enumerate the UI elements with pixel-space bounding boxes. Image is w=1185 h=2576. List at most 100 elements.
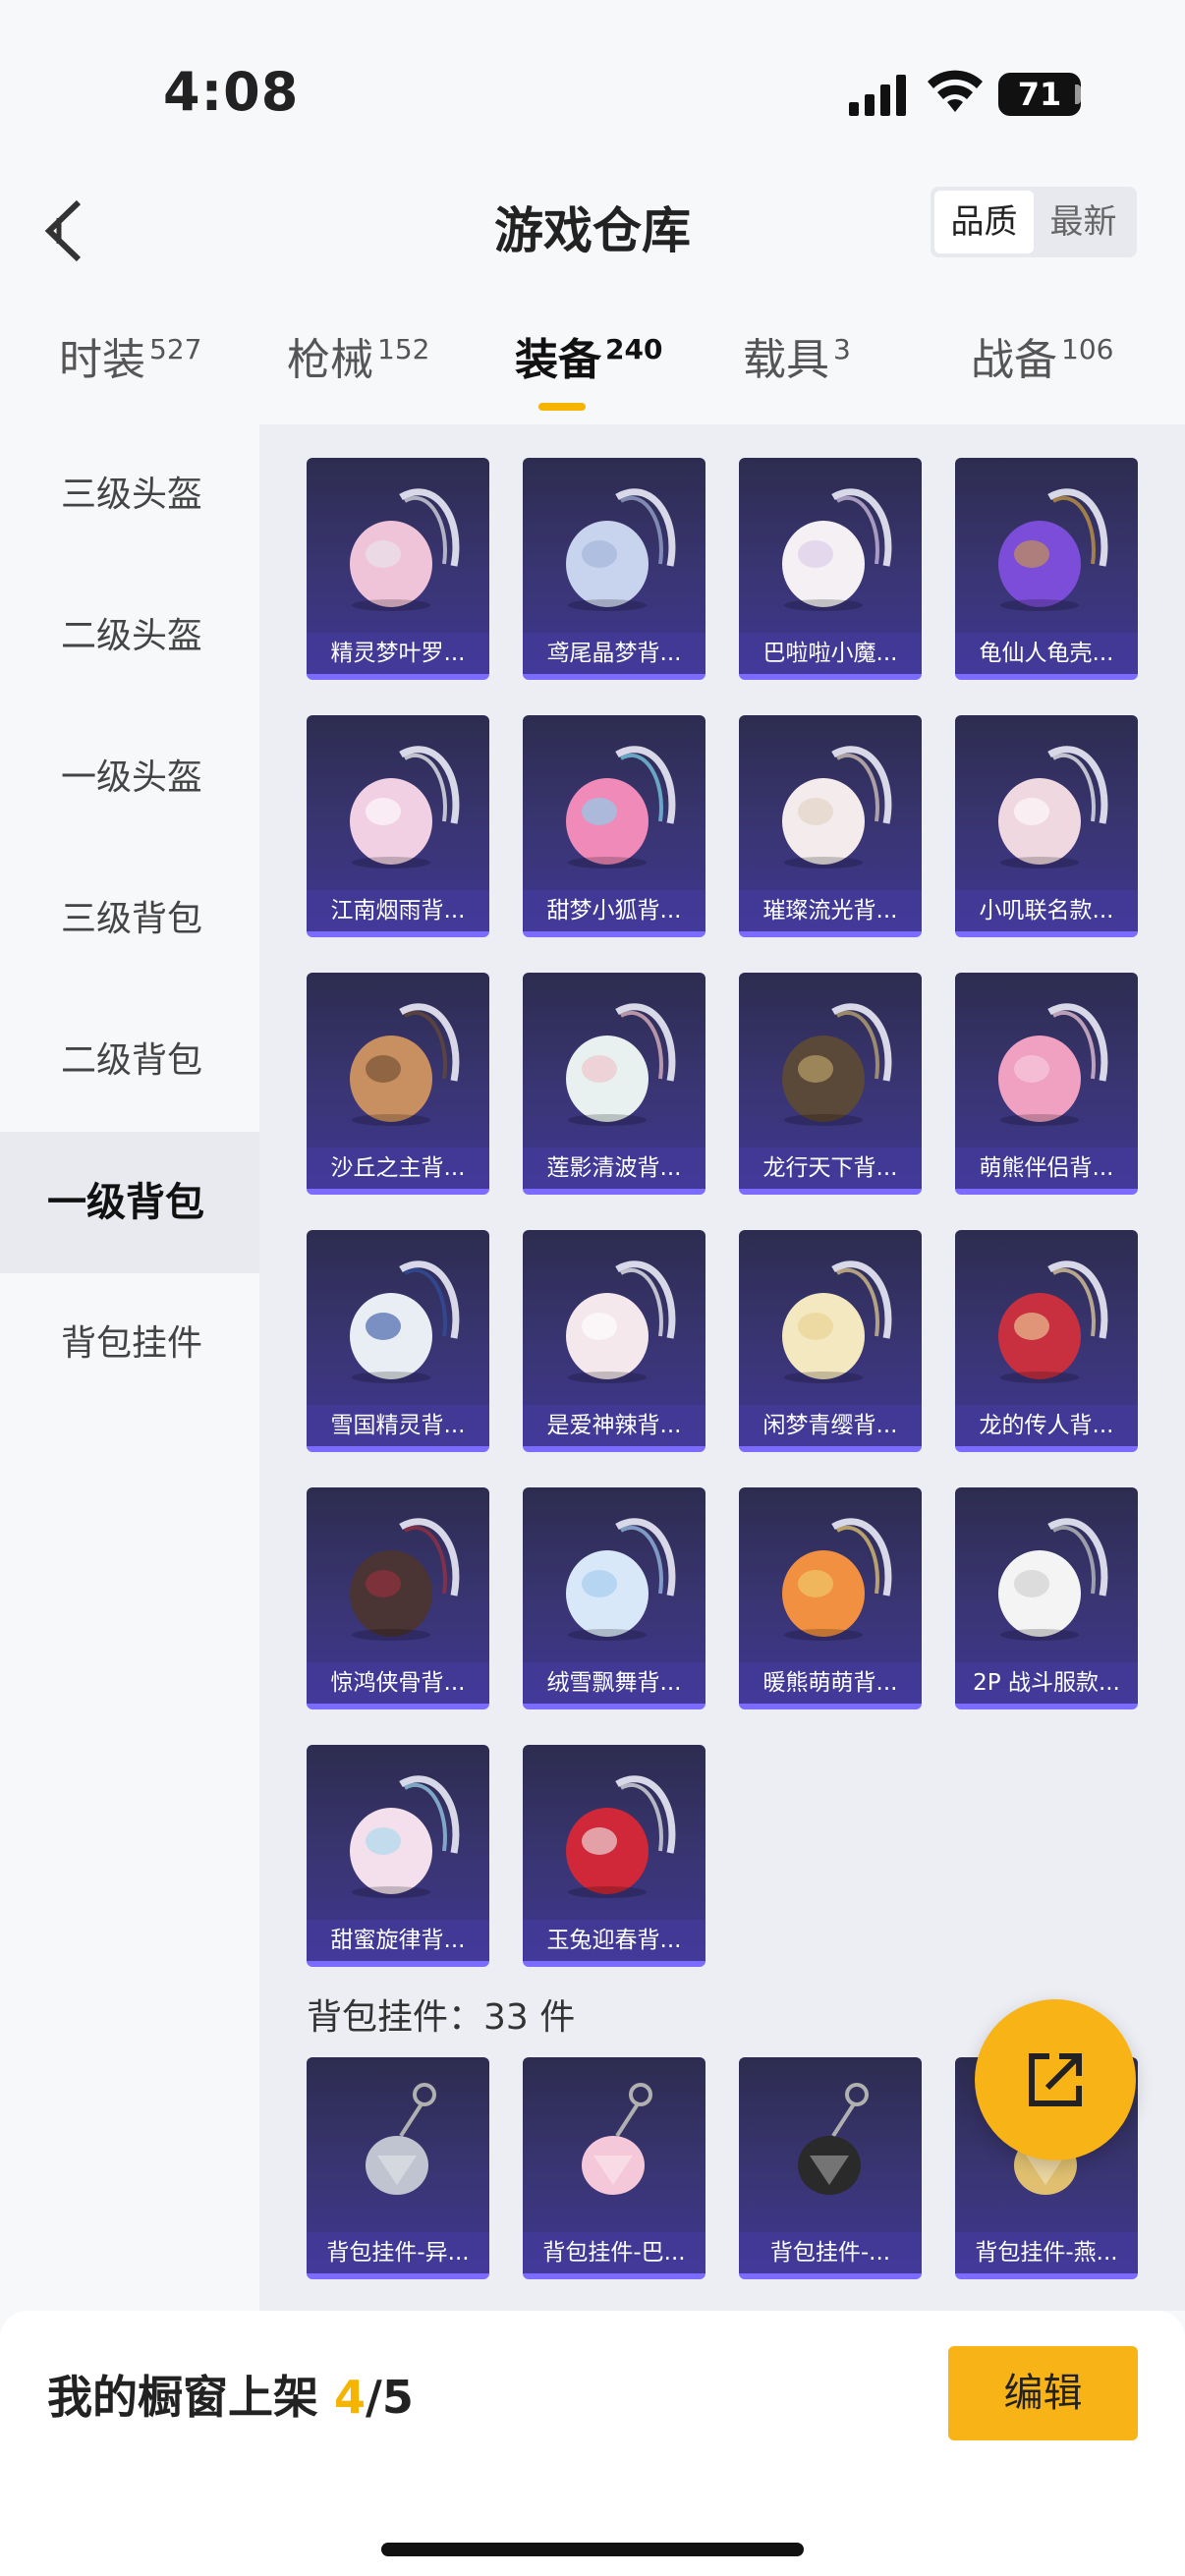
cellular-signal-icon bbox=[849, 75, 906, 116]
tab-label: 装备 bbox=[515, 335, 601, 385]
snowman-backpack-icon bbox=[350, 1260, 460, 1383]
item-card[interactable]: 龙的传人背... bbox=[955, 1230, 1138, 1452]
sort-toggle: 品质 最新 bbox=[931, 187, 1137, 257]
sidebar-item-backpack-1[interactable]: 一级背包 bbox=[0, 1132, 259, 1273]
pendant-name: 背包挂件-燕... bbox=[955, 2232, 1138, 2273]
item-card[interactable]: 2P 战斗服款... bbox=[955, 1487, 1138, 1709]
battery-indicator: 71 bbox=[998, 73, 1081, 116]
item-card[interactable]: 鸢尾晶梦背... bbox=[523, 458, 705, 680]
item-card[interactable]: 江南烟雨背... bbox=[307, 715, 489, 937]
showcase-label: 我的橱窗上架 bbox=[47, 2371, 335, 2424]
tab-label: 枪械 bbox=[287, 335, 373, 385]
item-name: 甜蜜旋律背... bbox=[307, 1920, 489, 1961]
item-card[interactable]: 沙丘之主背... bbox=[307, 973, 489, 1195]
tab-guns[interactable]: 枪械 152 bbox=[287, 324, 429, 422]
item-name: 惊鸿侠骨背... bbox=[307, 1662, 489, 1704]
pink-lollipop-backpack-icon bbox=[350, 746, 460, 868]
item-name: 小叽联名款... bbox=[955, 890, 1138, 931]
tab-label: 载具 bbox=[743, 335, 829, 385]
pendant-card[interactable]: 背包挂件-异... bbox=[307, 2057, 489, 2279]
bunny-backpack-icon bbox=[566, 1260, 676, 1383]
share-fab-button[interactable] bbox=[975, 1999, 1136, 2160]
shell-backpack-icon bbox=[782, 1260, 892, 1383]
purple-backpack-icon bbox=[998, 488, 1108, 611]
dress-backpack-icon bbox=[566, 1003, 676, 1126]
status-time: 4:08 bbox=[163, 61, 300, 123]
tab-count: 527 bbox=[149, 333, 202, 366]
item-name: 璀璨流光背... bbox=[739, 890, 922, 931]
active-tab-indicator bbox=[538, 403, 586, 411]
pendant-card[interactable]: 背包挂件-巴... bbox=[523, 2057, 705, 2279]
blue-bow-backpack-icon bbox=[566, 1518, 676, 1641]
sidebar-item-backpack-3[interactable]: 三级背包 bbox=[0, 849, 259, 990]
item-card[interactable]: 甜蜜旋律背... bbox=[307, 1745, 489, 1967]
cupcake-backpack-icon bbox=[350, 1775, 460, 1898]
item-card[interactable]: 龙行天下背... bbox=[739, 973, 922, 1195]
showcase-total: /5 bbox=[366, 2371, 414, 2424]
item-grid: 精灵梦叶罗... 鸢尾晶梦背... 巴啦啦小魔... 龟仙人龟壳... 江南烟雨… bbox=[307, 458, 1138, 1967]
scroll-backpack-icon bbox=[350, 1003, 460, 1126]
item-card[interactable]: 玉兔迎春背... bbox=[523, 1745, 705, 1967]
item-name: 2P 战斗服款... bbox=[955, 1662, 1138, 1704]
white-backpack-icon bbox=[782, 488, 892, 611]
sidebar-item-pendants[interactable]: 背包挂件 bbox=[0, 1273, 259, 1415]
item-name: 江南烟雨背... bbox=[307, 890, 489, 931]
item-name: 绒雪飘舞背... bbox=[523, 1662, 705, 1704]
item-card[interactable]: 绒雪飘舞背... bbox=[523, 1487, 705, 1709]
tab-equipment[interactable]: 装备 240 bbox=[515, 324, 662, 422]
pendant-card[interactable]: 背包挂件-... bbox=[739, 2057, 922, 2279]
back-arrow-icon[interactable] bbox=[39, 196, 88, 265]
item-card[interactable]: 是爱神辣背... bbox=[523, 1230, 705, 1452]
item-card[interactable]: 闲梦青缨背... bbox=[739, 1230, 922, 1452]
pendant-name: 背包挂件-巴... bbox=[523, 2232, 705, 2273]
item-card[interactable]: 暖熊萌萌背... bbox=[739, 1487, 922, 1709]
share-icon bbox=[1029, 2053, 1082, 2106]
item-card[interactable]: 雪国精灵背... bbox=[307, 1230, 489, 1452]
sort-latest-button[interactable]: 最新 bbox=[1034, 191, 1133, 253]
pendant-section-label: 背包挂件：33 件 bbox=[307, 1997, 576, 2038]
bear-backpack-icon bbox=[998, 1003, 1108, 1126]
tab-count: 106 bbox=[1061, 333, 1114, 366]
sidebar-item-backpack-2[interactable]: 二级背包 bbox=[0, 990, 259, 1132]
red-backpack-icon bbox=[998, 1260, 1108, 1383]
home-indicator bbox=[381, 2543, 804, 2556]
tab-fashion[interactable]: 时装 527 bbox=[59, 324, 201, 422]
item-name: 莲影清波背... bbox=[523, 1148, 705, 1189]
sidebar-item-helmet-3[interactable]: 三级头盔 bbox=[0, 424, 259, 566]
item-card[interactable]: 莲影清波背... bbox=[523, 973, 705, 1195]
status-bar: 4:08 71 bbox=[0, 0, 1185, 147]
sort-quality-button[interactable]: 品质 bbox=[934, 191, 1034, 253]
warehouse-page: 4:08 71 游戏仓库 品质 最新 时装 527 枪械 152 装备 240 载具 3… bbox=[0, 0, 1185, 2576]
wing-pendant-icon bbox=[366, 2083, 436, 2195]
item-card[interactable]: 巴啦啦小魔... bbox=[739, 458, 922, 680]
item-name: 龟仙人龟壳... bbox=[955, 633, 1138, 674]
showcase-current: 4 bbox=[334, 2371, 367, 2424]
item-name: 巴啦啦小魔... bbox=[739, 633, 922, 674]
item-card[interactable]: 惊鸿侠骨背... bbox=[307, 1487, 489, 1709]
item-name: 玉兔迎春背... bbox=[523, 1920, 705, 1961]
item-card[interactable]: 甜梦小狐背... bbox=[523, 715, 705, 937]
edit-button[interactable]: 编辑 bbox=[948, 2346, 1138, 2440]
sidebar-item-helmet-2[interactable]: 二级头盔 bbox=[0, 566, 259, 707]
item-name: 萌熊伴侣背... bbox=[955, 1148, 1138, 1189]
item-card[interactable]: 璀璨流光背... bbox=[739, 715, 922, 937]
item-card[interactable]: 精灵梦叶罗... bbox=[307, 458, 489, 680]
rabbit-red-backpack-icon bbox=[566, 1775, 676, 1898]
tab-label: 战备 bbox=[971, 335, 1057, 385]
cat-pendant-icon bbox=[582, 2083, 652, 2195]
battery-cap bbox=[1075, 84, 1081, 104]
item-card[interactable]: 龟仙人龟壳... bbox=[955, 458, 1138, 680]
wifi-icon bbox=[928, 70, 983, 112]
tab-count: 240 bbox=[605, 333, 663, 366]
tab-vehicles[interactable]: 载具 3 bbox=[743, 324, 851, 422]
plush-backpack-icon bbox=[998, 746, 1108, 868]
pendant-name: 背包挂件-异... bbox=[307, 2232, 489, 2273]
snake-pendant-icon bbox=[798, 2083, 869, 2195]
bow-backpack-icon bbox=[782, 746, 892, 868]
tab-label: 时装 bbox=[59, 335, 145, 385]
item-card[interactable]: 小叽联名款... bbox=[955, 715, 1138, 937]
item-name: 鸢尾晶梦背... bbox=[523, 633, 705, 674]
sidebar-item-helmet-1[interactable]: 一级头盔 bbox=[0, 707, 259, 849]
tab-supplies[interactable]: 战备 106 bbox=[971, 324, 1113, 422]
item-card[interactable]: 萌熊伴侣背... bbox=[955, 973, 1138, 1195]
